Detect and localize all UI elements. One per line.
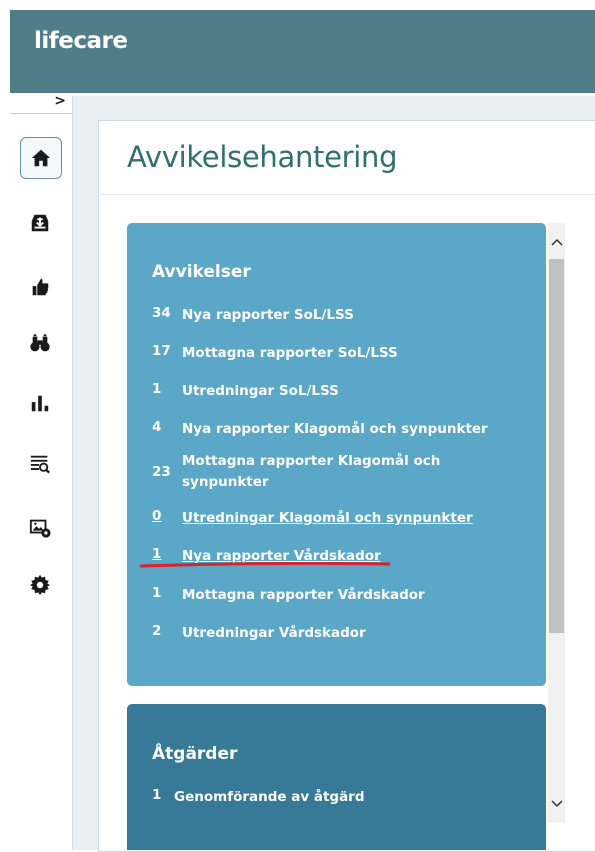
scroll-down-arrow-icon[interactable] <box>548 795 565 812</box>
scrollbar[interactable] <box>548 223 565 823</box>
item-label[interactable]: Mottagna rapporter Vårdskador <box>182 585 502 606</box>
atgarder-card: Åtgärder 1 Genomförande av åtgärd <box>127 704 546 850</box>
card-title: Avvikelser <box>152 262 251 282</box>
red-annotation-underline <box>140 562 390 568</box>
sidebar-item-settings[interactable] <box>20 565 60 605</box>
scroll-thumb[interactable] <box>549 259 564 633</box>
brand-logo: lifecare <box>34 28 128 54</box>
bar-chart-icon <box>31 395 49 412</box>
item-label[interactable]: Mottagna rapporter Klagomål och synpunkt… <box>182 451 462 493</box>
top-header: lifecare <box>10 10 595 93</box>
sidebar-item-inbox[interactable] <box>20 203 60 243</box>
item-count: 1 <box>152 787 162 803</box>
list-item[interactable]: 0 Utredningar Klagomål och synpunkter <box>152 508 502 529</box>
sidebar-item-feedback[interactable] <box>20 267 60 307</box>
list-item[interactable]: 23 Mottagna rapporter Klagomål och synpu… <box>152 451 462 493</box>
item-label[interactable]: Utredningar Klagomål och synpunkter <box>182 508 502 529</box>
sidebar-item-home[interactable] <box>20 137 62 179</box>
item-label[interactable]: Nya rapporter Klagomål och synpunkter <box>182 419 502 440</box>
sidebar-item-statistics[interactable] <box>20 383 60 423</box>
list-item[interactable]: 17 Mottagna rapporter SoL/LSS <box>152 343 502 364</box>
sidebar-item-search[interactable] <box>20 324 60 364</box>
scroll-up-arrow-icon[interactable] <box>548 233 565 250</box>
item-count: 4 <box>152 419 162 435</box>
item-label[interactable]: Utredningar Vårdskador <box>182 623 502 644</box>
title-divider <box>99 194 595 195</box>
chevron-right-icon: > <box>54 93 66 109</box>
item-label[interactable]: Utredningar SoL/LSS <box>182 381 502 402</box>
item-count: 1 <box>152 585 162 601</box>
home-icon <box>31 149 51 167</box>
image-settings-icon <box>29 519 51 538</box>
list-item[interactable]: 1 Genomförande av åtgärd <box>152 787 494 808</box>
item-count: 2 <box>152 623 162 639</box>
inbox-download-icon <box>31 214 49 232</box>
item-count: 34 <box>152 305 171 321</box>
list-item[interactable]: 34 Nya rapporter SoL/LSS <box>152 305 502 326</box>
list-item[interactable]: 1 Utredningar SoL/LSS <box>152 381 502 402</box>
list-item[interactable]: 4 Nya rapporter Klagomål och synpunkter <box>152 419 502 440</box>
sidebar-item-media[interactable] <box>20 507 60 547</box>
item-label[interactable]: Mottagna rapporter SoL/LSS <box>182 343 502 364</box>
gear-icon <box>29 574 51 596</box>
thumbs-up-icon <box>32 278 49 296</box>
list-item[interactable]: 2 Utredningar Vårdskador <box>152 623 502 644</box>
item-label[interactable]: Nya rapporter SoL/LSS <box>182 305 502 326</box>
item-count[interactable]: 0 <box>152 508 182 529</box>
avvikelser-card: Avvikelser 34 Nya rapporter SoL/LSS 17 M… <box>127 223 546 686</box>
sidebar <box>10 115 72 850</box>
item-label[interactable]: Genomförande av åtgärd <box>174 787 494 808</box>
item-count: 23 <box>152 464 171 480</box>
binoculars-icon <box>30 334 50 352</box>
sidebar-expand-button[interactable]: > <box>10 93 72 114</box>
page-title: Avvikelsehantering <box>127 140 398 174</box>
card-title: Åtgärder <box>152 744 238 764</box>
list-search-icon <box>30 455 50 474</box>
list-item[interactable]: 1 Mottagna rapporter Vårdskador <box>152 585 502 606</box>
item-count: 1 <box>152 381 162 397</box>
sidebar-item-reports[interactable] <box>20 444 60 484</box>
item-count: 17 <box>152 343 171 359</box>
